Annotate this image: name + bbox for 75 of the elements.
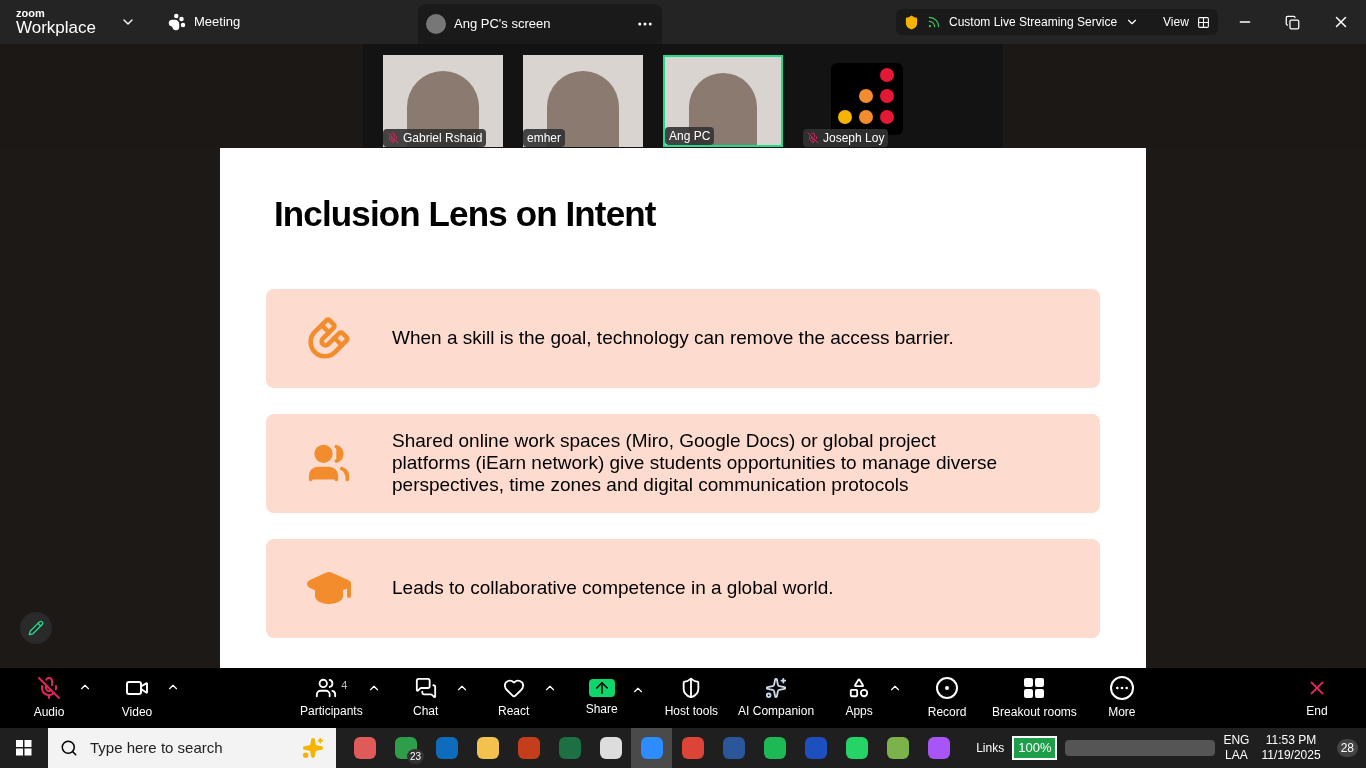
card-text: When a skill is the goal, technology can remove the access barrier. xyxy=(392,327,955,349)
brand-name: Workplace xyxy=(16,19,96,36)
brand-small: zoom xyxy=(16,8,46,19)
streaming-label[interactable]: Custom Live Streaming Service xyxy=(949,13,1118,31)
taskbar-app[interactable]: 23 xyxy=(385,728,426,768)
toolbar-button[interactable]: Audio xyxy=(24,675,74,721)
search-icon xyxy=(60,739,78,757)
toolbar-button[interactable]: Video xyxy=(112,675,162,721)
grid-icon xyxy=(1022,675,1047,700)
apps-icon xyxy=(848,676,871,699)
chat-bubbles-icon xyxy=(414,676,437,699)
clock-time[interactable]: 11:53 PM xyxy=(1265,733,1317,748)
app-icon xyxy=(886,737,909,759)
video-tile[interactable]: Ang PC xyxy=(663,55,783,147)
keyboard-layout[interactable]: LAA xyxy=(1225,748,1248,763)
sparkle-icon xyxy=(765,676,788,699)
paw-icon xyxy=(168,13,186,31)
view-button[interactable]: View xyxy=(1163,13,1189,31)
toolbar-button[interactable]: Record xyxy=(922,675,973,721)
dots-logo-icon xyxy=(831,63,903,135)
toolbar-button[interactable]: More xyxy=(1096,675,1147,721)
toolbar-button[interactable]: AI Companion xyxy=(738,676,815,720)
toolbar-button[interactable]: Host tools xyxy=(664,676,719,720)
card-text: Leads to collaborative competence in a global world. xyxy=(392,577,835,599)
app-icon xyxy=(353,737,376,759)
app-icon xyxy=(804,737,827,759)
app-icon xyxy=(435,737,458,759)
app-icon xyxy=(476,737,499,759)
toolbar-button[interactable]: Share xyxy=(576,678,627,718)
toolbar-button[interactable]: React xyxy=(488,676,539,720)
app-icon xyxy=(722,737,745,759)
share-tab[interactable]: Ang PC's screen xyxy=(418,4,662,44)
app-icon xyxy=(763,737,786,759)
video-tile[interactable]: emher xyxy=(523,55,643,147)
language[interactable]: ENG xyxy=(1223,733,1250,748)
more-icon xyxy=(1109,675,1134,700)
shield-icon xyxy=(904,14,919,30)
participant-name: Joseph Loy xyxy=(823,130,885,147)
toolbar-button[interactable]: Apps xyxy=(834,676,885,720)
signal-icon xyxy=(927,15,941,29)
clock-date[interactable]: 11/19/2025 xyxy=(1261,748,1321,763)
search-placeholder: Type here to search xyxy=(90,737,223,758)
notifications-badge[interactable]: 28 xyxy=(1336,739,1358,757)
battery-level: 100% xyxy=(1012,736,1058,760)
pencil-icon[interactable] xyxy=(20,612,52,644)
mic-muted-icon xyxy=(37,675,61,700)
toolbar-button[interactable]: Breakout rooms xyxy=(992,675,1077,721)
app-icon xyxy=(927,737,950,759)
app-icon xyxy=(845,737,868,759)
app-icon xyxy=(558,737,581,759)
video-tile[interactable]: Gabriel Rshaid xyxy=(383,55,503,147)
record-icon xyxy=(935,675,960,700)
grid-icon xyxy=(1196,15,1210,29)
people-icon xyxy=(315,676,338,699)
share-tab-label: Ang PC's screen xyxy=(454,15,551,34)
search-field[interactable]: Type here to search xyxy=(48,728,336,768)
video-placeholder xyxy=(689,73,757,145)
participant-name: Ang PC xyxy=(669,128,711,145)
links-label[interactable]: Links xyxy=(976,739,1005,757)
app-icon xyxy=(517,737,540,759)
card-text: Shared online work spaces (Miro, Google Docs) or global project platforms (iEarn network) give students opportunities to manage diverse perspectives, time zones and digital communication protocols xyxy=(392,430,999,496)
participant-name: Gabriel Rshaid xyxy=(403,130,483,147)
participant-count: 4 xyxy=(341,677,348,693)
app-icon xyxy=(599,737,622,759)
app-icon xyxy=(640,737,663,759)
toolbar-button[interactable]: Chat xyxy=(400,676,451,720)
slide-title: Inclusion Lens on Intent xyxy=(274,193,657,235)
toolbar-button[interactable]: 4 Participants xyxy=(300,676,363,720)
sparkle-icon xyxy=(302,737,324,759)
meeting-tab[interactable]: Meeting xyxy=(194,12,241,32)
avatar-icon xyxy=(426,14,446,34)
participant-name: emher xyxy=(527,130,561,147)
toolbar-button[interactable]: End xyxy=(1292,676,1342,720)
app-icon xyxy=(681,737,704,759)
restore-icon[interactable] xyxy=(1285,14,1300,30)
